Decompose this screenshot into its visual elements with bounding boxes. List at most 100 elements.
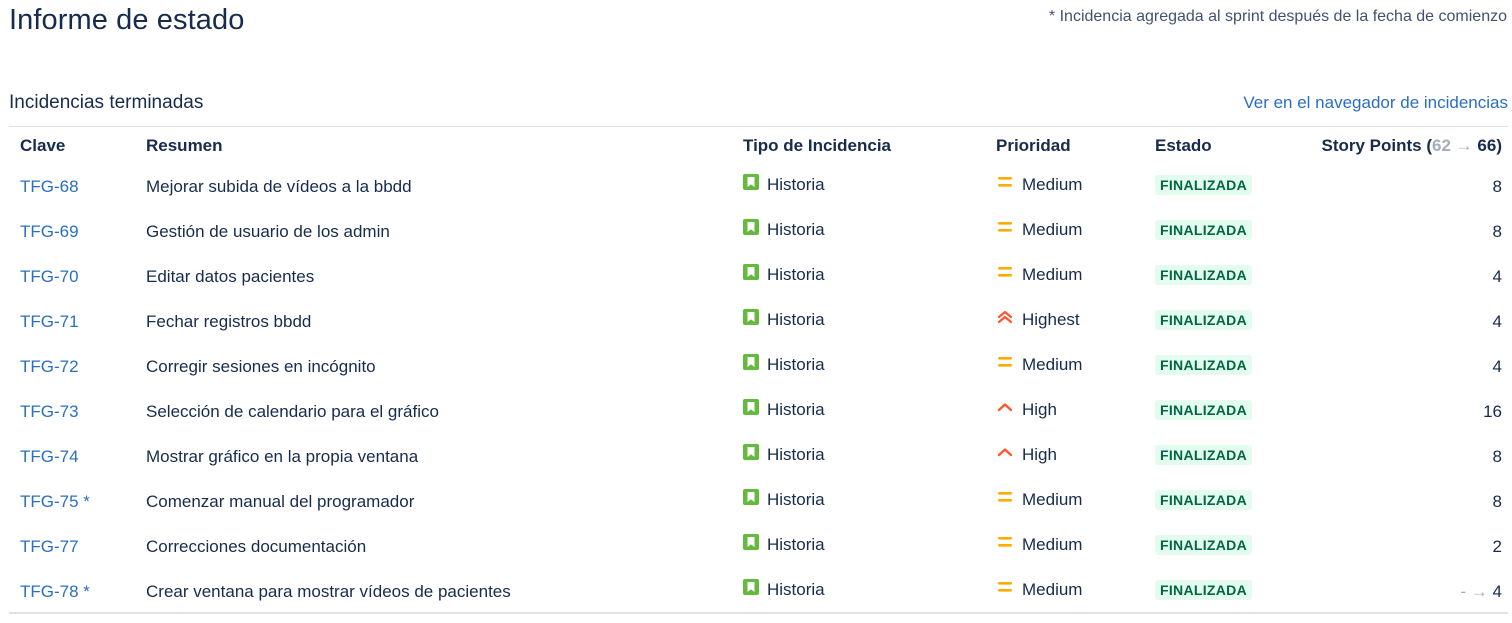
issue-priority-cell: High [985, 389, 1144, 434]
issue-key-link[interactable]: TFG-74 [20, 447, 79, 466]
completed-issues-table: Clave Resumen Tipo de Incidencia Priorid… [9, 128, 1508, 614]
view-in-issue-navigator-link[interactable]: Ver en el navegador de incidencias [1243, 93, 1508, 113]
table-top-divider [9, 126, 1508, 127]
issue-summary: Gestión de usuario de los admin [146, 221, 390, 241]
issue-priority-cell: Medium [985, 479, 1144, 524]
priority-high-icon [996, 444, 1014, 460]
issue-status-cell: FINALIZADA [1144, 164, 1309, 209]
issue-key-link[interactable]: TFG-72 [20, 357, 79, 376]
story-points-value: 8 [1492, 491, 1502, 511]
table-bottom-divider [9, 612, 1508, 614]
priority-high-icon [996, 399, 1014, 415]
story-points-value: 16 [1483, 401, 1502, 421]
issue-key-cell: TFG-78 * [9, 569, 135, 614]
issue-priority-label: Medium [1022, 535, 1083, 554]
priority-medium-icon [996, 264, 1014, 280]
issue-key-link[interactable]: TFG-78 [20, 582, 79, 601]
table-row: TFG-69 Gestión de usuario de los admin His… [9, 209, 1508, 254]
issue-priority-label: Medium [1022, 220, 1083, 239]
issue-priority-label: Medium [1022, 490, 1083, 509]
issue-key-cell: TFG-75 * [9, 479, 135, 524]
issue-summary: Fechar registros bbdd [146, 311, 312, 331]
issue-status-cell: FINALIZADA [1144, 344, 1309, 389]
section-title: Incidencias terminadas [9, 92, 204, 113]
issue-priority-label: Medium [1022, 265, 1083, 284]
issue-status-cell: FINALIZADA [1144, 479, 1309, 524]
issue-status-cell: FINALIZADA [1144, 524, 1309, 569]
story-points-cell: 4 [1309, 254, 1508, 299]
table-header-row: Clave Resumen Tipo de Incidencia Priorid… [9, 128, 1508, 164]
issue-priority-label: Medium [1022, 355, 1083, 374]
issue-priority-label: High [1022, 445, 1057, 464]
table-row: TFG-68 Mejorar subida de vídeos a la bbdd… [9, 164, 1508, 209]
status-badge: FINALIZADA [1155, 489, 1252, 510]
issue-status-cell: FINALIZADA [1144, 434, 1309, 479]
late-added-note: * Incidencia agregada al sprint después … [1048, 8, 1507, 25]
issue-key-link[interactable]: TFG-68 [20, 177, 79, 196]
table-row: TFG-71 Fechar registros bbdd Historia Highe… [9, 299, 1508, 344]
story-bookmark-icon [743, 579, 759, 595]
issue-key-cell: TFG-71 [9, 299, 135, 344]
issue-status-cell: FINALIZADA [1144, 254, 1309, 299]
issue-priority-cell: Highest [985, 299, 1144, 344]
issue-status-cell: FINALIZADA [1144, 389, 1309, 434]
story-points-cell: 8 [1309, 434, 1508, 479]
story-bookmark-icon [743, 309, 759, 325]
issue-status-cell: FINALIZADA [1144, 209, 1309, 254]
table-row: TFG-75 * Comenzar manual del programador H… [9, 479, 1508, 524]
added-after-start-marker: * [83, 491, 90, 511]
issue-type-label: Historia [767, 445, 825, 464]
status-badge: FINALIZADA [1155, 309, 1252, 330]
story-bookmark-icon [743, 219, 759, 235]
column-header-priority[interactable]: Prioridad [985, 128, 1144, 164]
issue-key-link[interactable]: TFG-73 [20, 402, 79, 421]
issue-key-link[interactable]: TFG-69 [20, 222, 79, 241]
story-points-cell: - → 4 [1309, 569, 1508, 614]
issue-type-cell: Historia [732, 299, 985, 344]
story-bookmark-icon [743, 534, 759, 550]
column-header-type[interactable]: Tipo de Incidencia [732, 128, 985, 164]
issue-priority-cell: Medium [985, 164, 1144, 209]
table-row: TFG-78 * Crear ventana para mostrar vídeo… [9, 569, 1508, 614]
priority-medium-icon [996, 219, 1014, 235]
column-header-story-points[interactable]: Story Points (62 → 66) [1309, 128, 1508, 164]
issue-priority-cell: Medium [985, 254, 1144, 299]
status-badge: FINALIZADA [1155, 399, 1252, 420]
issue-summary: Crear ventana para mostrar vídeos de pac… [146, 581, 511, 601]
column-header-status[interactable]: Estado [1144, 128, 1309, 164]
issue-key-link[interactable]: TFG-71 [20, 312, 79, 331]
story-points-original-empty: - → [1460, 581, 1488, 601]
issue-key-link[interactable]: TFG-77 [20, 537, 79, 556]
table-row: TFG-70 Editar datos pacientes Historia Medi… [9, 254, 1508, 299]
issue-priority-cell: Medium [985, 524, 1144, 569]
column-header-summary[interactable]: Resumen [135, 128, 732, 164]
issue-summary: Editar datos pacientes [146, 266, 315, 286]
issue-key-cell: TFG-73 [9, 389, 135, 434]
column-header-key[interactable]: Clave [9, 128, 135, 164]
table-row: TFG-74 Mostrar gráfico en la propia venta… [9, 434, 1508, 479]
status-badge: FINALIZADA [1155, 579, 1252, 600]
issue-priority-cell: Medium [985, 209, 1144, 254]
status-badge: FINALIZADA [1155, 534, 1252, 555]
issue-priority-label: Medium [1022, 175, 1083, 194]
status-badge: FINALIZADA [1155, 444, 1252, 465]
status-badge: FINALIZADA [1155, 219, 1252, 240]
story-points-value: 8 [1492, 176, 1502, 196]
table-row: TFG-72 Corregir sesiones en incógnito Hist… [9, 344, 1508, 389]
issue-type-cell: Historia [732, 254, 985, 299]
story-points-cell: 16 [1309, 389, 1508, 434]
issue-summary: Correcciones documentación [146, 536, 367, 556]
issue-key-cell: TFG-77 [9, 524, 135, 569]
issue-type-cell: Historia [732, 344, 985, 389]
issue-type-cell: Historia [732, 434, 985, 479]
story-bookmark-icon [743, 264, 759, 280]
story-points-current-total: 66 [1477, 136, 1497, 155]
table-row: TFG-77 Correcciones documentación Historia… [9, 524, 1508, 569]
issue-key-cell: TFG-74 [9, 434, 135, 479]
issue-type-cell: Historia [732, 524, 985, 569]
issue-type-cell: Historia [732, 389, 985, 434]
issue-key-link[interactable]: TFG-70 [20, 267, 79, 286]
issue-key-link[interactable]: TFG-75 [20, 492, 79, 511]
added-after-start-marker: * [83, 581, 90, 601]
issue-priority-label: Highest [1022, 310, 1080, 329]
